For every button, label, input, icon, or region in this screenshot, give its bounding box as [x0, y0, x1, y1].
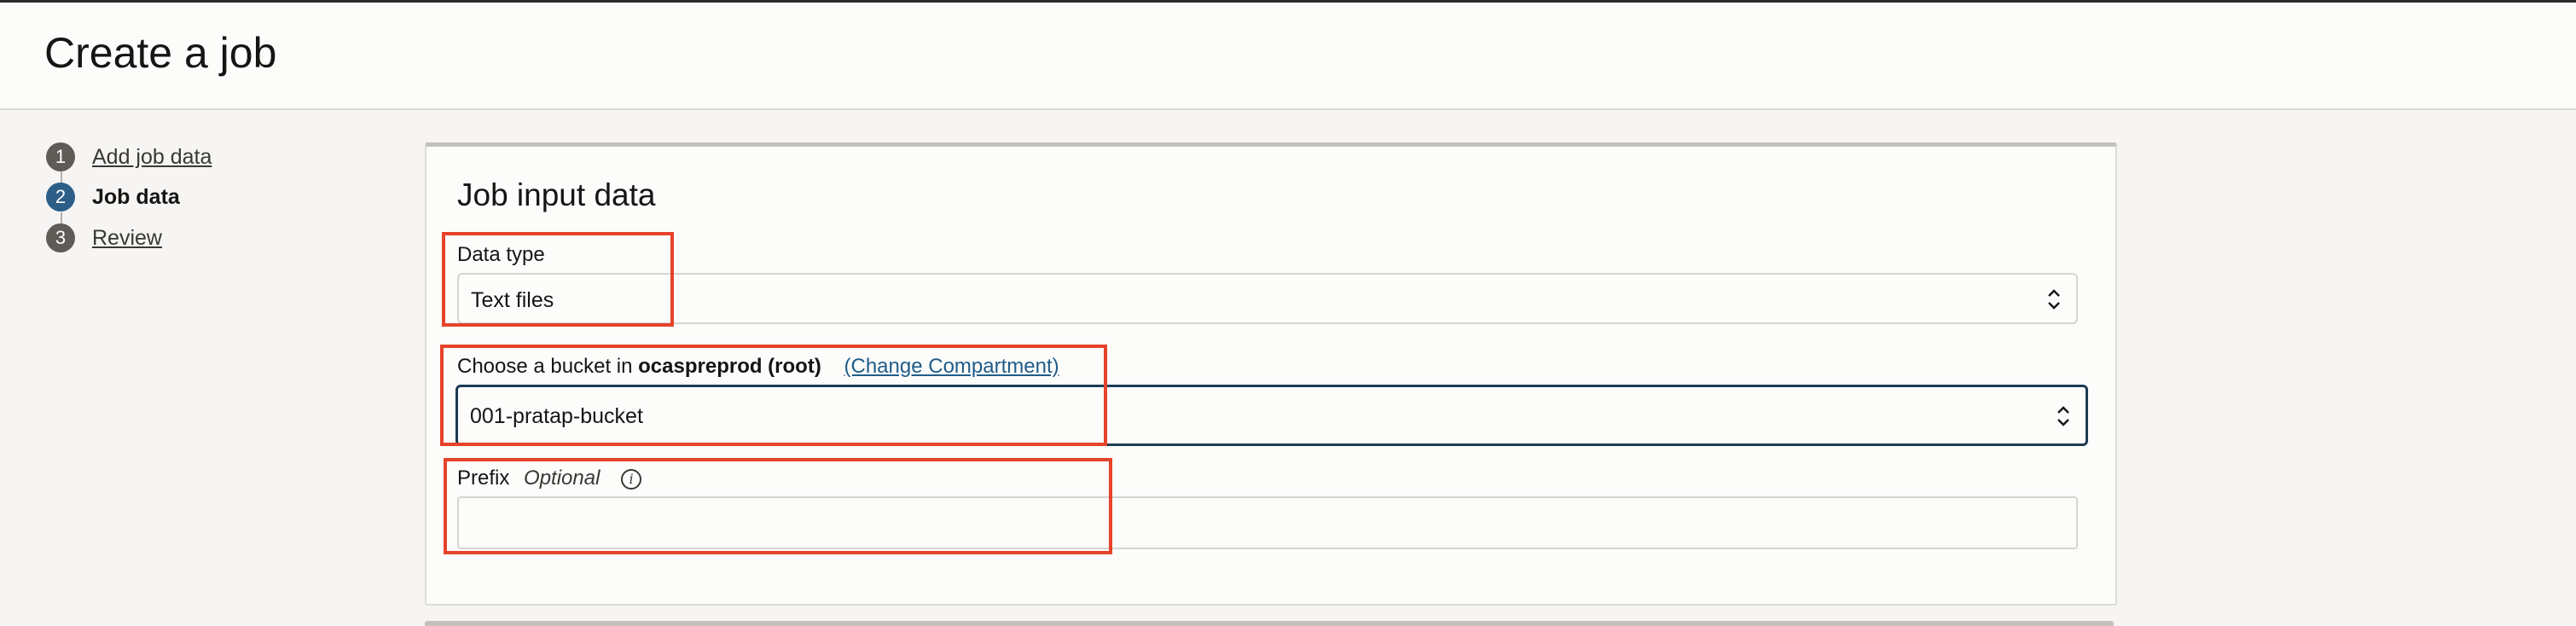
step-add-job-data[interactable]: 1 Add job data [46, 142, 212, 172]
step-label[interactable]: Add job data [92, 145, 212, 170]
step-review[interactable]: 3 Review [46, 223, 162, 253]
step-number: 3 [46, 223, 75, 252]
step-job-data: 2 Job data [46, 182, 180, 212]
step-number: 1 [46, 142, 75, 171]
highlight-box [442, 232, 674, 327]
page-title: Create a job [44, 29, 277, 77]
select-chevrons-icon [2057, 406, 2069, 426]
step-label: Job data [92, 184, 180, 209]
highlight-box [444, 458, 1112, 554]
select-chevrons-icon [2048, 289, 2060, 310]
next-panel-edge [425, 621, 2114, 626]
panel-title: Job input data [457, 177, 656, 212]
data-type-select[interactable]: Text files [457, 273, 2078, 324]
step-number: 2 [46, 183, 75, 212]
highlight-box [440, 345, 1107, 446]
step-label[interactable]: Review [92, 226, 162, 251]
page-header: Create a job [0, 3, 2576, 110]
